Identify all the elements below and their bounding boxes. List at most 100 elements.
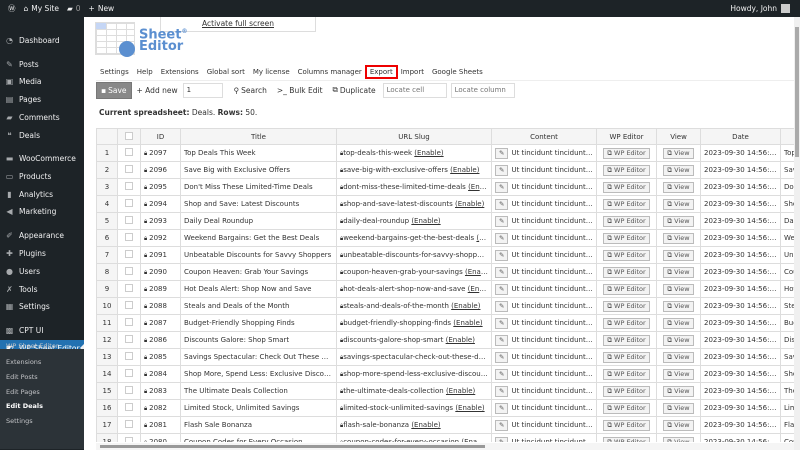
slug-cell[interactable]: 🔒︎unbeatable-discounts-for-savvy-shopper… (336, 246, 492, 264)
locate-column-input[interactable] (450, 82, 515, 98)
content-cell[interactable]: ✎ Ut tincidunt tincidunt ... (491, 382, 597, 400)
row-checkbox[interactable] (125, 182, 133, 190)
content-cell[interactable]: ✎ Ut tincidunt tincidunt ... (491, 314, 597, 332)
add-new-button[interactable]: + Add new (132, 86, 183, 95)
new-link[interactable]: + New (89, 4, 115, 13)
enable-link[interactable]: (Enable) (450, 166, 479, 174)
submenu-item-edit-deals[interactable]: Edit Deals (6, 402, 43, 410)
tab-settings[interactable]: Settings (96, 66, 133, 78)
sidebar-item-analytics[interactable]: ▮ Analytics (0, 186, 84, 203)
wp-editor-button[interactable]: ⧉ WP Editor (603, 334, 650, 346)
wp-editor-button[interactable]: ⧉ WP Editor (603, 351, 650, 363)
title-cell[interactable]: Shop and Save: Latest Discounts (180, 195, 337, 213)
submenu-item-settings[interactable]: Settings (6, 417, 33, 425)
content-cell[interactable]: ✎ Ut tincidunt tincidunt ... (491, 331, 597, 349)
account-menu[interactable]: Howdy, John (730, 4, 790, 13)
date-cell[interactable]: 2023-09-30 14:56:46 (700, 416, 781, 434)
date-cell[interactable]: 2023-09-30 14:56:54 (700, 212, 781, 230)
bulk-edit-button[interactable]: >_ Bulk Edit (272, 86, 328, 95)
content-cell[interactable]: ✎ Ut tincidunt tincidunt ... (491, 416, 597, 434)
edit-content-button[interactable]: ✎ (495, 385, 509, 397)
enable-link[interactable]: (Enable) (468, 285, 491, 293)
enable-link[interactable]: (Enable) (455, 404, 484, 412)
edit-content-button[interactable]: ✎ (495, 317, 509, 329)
enable-link[interactable]: (Enable) (453, 319, 482, 327)
activate-full-screen-link[interactable]: Activate full screen (202, 19, 274, 28)
select-all-checkbox[interactable] (125, 131, 133, 140)
date-cell[interactable]: 2023-09-30 14:56:54 (700, 280, 781, 298)
row-checkbox[interactable] (125, 437, 133, 442)
tab-my-license[interactable]: My license (249, 66, 294, 78)
date-cell[interactable]: 2023-09-30 14:56:46 (700, 382, 781, 400)
edit-content-button[interactable]: ✎ (495, 436, 509, 442)
slug-cell[interactable]: 🔒︎shop-more-spend-less-exclusive-discoun… (336, 365, 492, 383)
sidebar-item-settings[interactable]: ▦ Settings (0, 298, 84, 315)
title-cell[interactable]: Unbeatable Discounts for Savvy Shoppers (180, 246, 337, 264)
slug-cell[interactable]: 🔒︎shop-and-save-latest-discounts (Enable… (336, 195, 492, 213)
view-button[interactable]: ⧉ View (663, 334, 694, 346)
submenu-item-edit-posts[interactable]: Edit Posts (6, 373, 38, 381)
view-button[interactable]: ⧉ View (663, 402, 694, 414)
tab-global-sort[interactable]: Global sort (203, 66, 249, 78)
row-checkbox[interactable] (125, 233, 133, 241)
search-button[interactable]: ⚲ Search (229, 86, 272, 95)
date-cell[interactable]: 2023-09-30 14:56:46 (700, 365, 781, 383)
tab-extensions[interactable]: Extensions (157, 66, 203, 78)
wp-editor-button[interactable]: ⧉ WP Editor (603, 266, 650, 278)
tab-google-sheets[interactable]: Google Sheets (428, 66, 487, 78)
column-header[interactable] (117, 128, 141, 145)
content-cell[interactable]: ✎ Ut tincidunt tincidunt ... (491, 195, 597, 213)
title-cell[interactable]: Don't Miss These Limited-Time Deals (180, 178, 337, 196)
date-cell[interactable]: 2023-09-30 14:56:46 (700, 399, 781, 417)
column-header[interactable]: Date (700, 128, 781, 145)
edit-content-button[interactable]: ✎ (495, 164, 509, 176)
column-header[interactable]: Content (491, 128, 597, 145)
slug-cell[interactable]: 🔒︎daily-deal-roundup (Enable) (336, 212, 492, 230)
enable-link[interactable]: (Enable) (461, 438, 490, 443)
sidebar-item-tools[interactable]: ✗ Tools (0, 281, 84, 298)
tab-columns-manager[interactable]: Columns manager (294, 66, 366, 78)
content-cell[interactable]: ✎ Ut tincidunt tincidunt ... (491, 263, 597, 281)
column-header[interactable]: WP Editor (596, 128, 657, 145)
edit-content-button[interactable]: ✎ (495, 334, 509, 346)
wp-editor-button[interactable]: ⧉ WP Editor (603, 317, 650, 329)
title-cell[interactable]: Savings Spectacular: Check Out These Dea… (180, 348, 337, 366)
view-button[interactable]: ⧉ View (663, 351, 694, 363)
wp-editor-button[interactable]: ⧉ WP Editor (603, 402, 650, 414)
wp-editor-button[interactable]: ⧉ WP Editor (603, 368, 650, 380)
submenu-item-edit-pages[interactable]: Edit Pages (6, 388, 40, 396)
column-header[interactable]: View (656, 128, 701, 145)
sidebar-item-pages[interactable]: ▤ Pages (0, 91, 84, 108)
submenu-item-wp-sheet-editor[interactable]: WP Sheet Editor (6, 342, 59, 350)
sidebar-item-plugins[interactable]: ✚ Plugins (0, 245, 84, 262)
enable-link[interactable]: (Enable) (455, 200, 484, 208)
tab-import[interactable]: Import (397, 66, 428, 78)
edit-content-button[interactable]: ✎ (495, 215, 509, 227)
locate-cell-input[interactable] (382, 82, 447, 98)
wp-editor-button[interactable]: ⧉ WP Editor (603, 181, 650, 193)
content-cell[interactable]: ✎ Ut tincidunt tincidunt ... (491, 178, 597, 196)
row-checkbox[interactable] (125, 250, 133, 258)
horizontal-scrollbar[interactable] (96, 443, 800, 450)
title-cell[interactable]: Weekend Bargains: Get the Best Deals (180, 229, 337, 247)
date-cell[interactable]: 2023-09-30 14:56:55 (700, 161, 781, 179)
tab-help[interactable]: Help (133, 66, 157, 78)
title-cell[interactable]: Shop More, Spend Less: Exclusive Discoun… (180, 365, 337, 383)
view-button[interactable]: ⧉ View (663, 266, 694, 278)
row-checkbox[interactable] (125, 318, 133, 326)
wp-editor-button[interactable]: ⧉ WP Editor (603, 198, 650, 210)
column-header[interactable] (96, 128, 118, 145)
tab-export[interactable]: Export (364, 65, 398, 79)
row-checkbox[interactable] (125, 369, 133, 377)
date-cell[interactable]: 2023-09-30 14:56:46 (700, 433, 781, 442)
wp-editor-button[interactable]: ⧉ WP Editor (603, 147, 650, 159)
content-cell[interactable]: ✎ Ut tincidunt tincidunt ... (491, 433, 597, 442)
slug-cell[interactable]: 🔒︎coupon-codes-for-every-occasion (Enabl… (336, 433, 492, 443)
wp-editor-button[interactable]: ⧉ WP Editor (603, 164, 650, 176)
edit-content-button[interactable]: ✎ (495, 198, 509, 210)
view-button[interactable]: ⧉ View (663, 300, 694, 312)
date-cell[interactable]: 2023-09-30 14:56:55 (700, 178, 781, 196)
edit-content-button[interactable]: ✎ (495, 147, 509, 159)
edit-content-button[interactable]: ✎ (495, 232, 509, 244)
slug-cell[interactable]: 🔒︎steals-and-deals-of-the-month (Enable) (336, 297, 492, 315)
